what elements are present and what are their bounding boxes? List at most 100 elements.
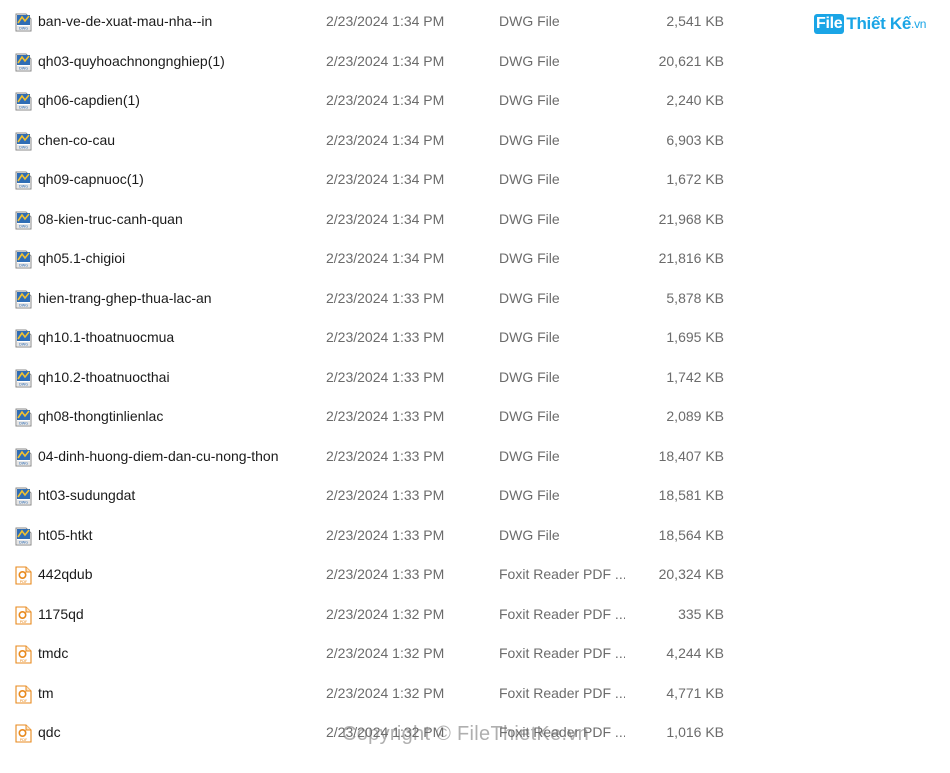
file-date-modified: 2/23/2024 1:33 PM	[326, 408, 445, 424]
dwg-file-icon: DWG	[15, 290, 32, 309]
file-row[interactable]: DWG ht05-htkt 2/23/2024 1:33 PM DWG File 18,…	[0, 516, 950, 556]
svg-text:DWG: DWG	[19, 501, 28, 505]
pdf-file-icon: PDF	[15, 566, 32, 585]
file-type: DWG File	[499, 487, 560, 503]
file-name: 08-kien-truc-canh-quan	[38, 210, 183, 227]
file-date-modified: 2/23/2024 1:33 PM	[326, 329, 445, 345]
file-date-modified: 2/23/2024 1:32 PM	[326, 684, 445, 701]
file-row[interactable]: DWG hien-trang-ghep-thua-lac-an 2/23/2024 …	[0, 279, 950, 319]
file-name: qh05.1-chigioi	[38, 250, 126, 266]
file-type: Foxit Reader PDF ...	[499, 645, 625, 661]
svg-text:PDF: PDF	[20, 658, 27, 663]
file-date-modified: 2/23/2024 1:32 PM	[326, 645, 445, 661]
file-type: Foxit Reader PDF ...	[499, 684, 625, 701]
file-row[interactable]: PDF tm 2/23/2024 1:32 PM Foxit Reader PDF .…	[0, 674, 950, 714]
file-date-modified: 2/23/2024 1:34 PM	[326, 131, 445, 148]
file-name: qh06-capdien(1)	[38, 92, 140, 108]
file-name: qh10.1-thoatnuocmua	[38, 329, 175, 345]
file-row[interactable]: DWG qh06-capdien(1) 2/23/2024 1:34 PM DWG F…	[0, 81, 950, 121]
svg-text:DWG: DWG	[19, 27, 28, 31]
file-size: 21,968 KB	[658, 210, 724, 227]
file-size: 21,816 KB	[658, 250, 724, 266]
file-date-modified: 2/23/2024 1:34 PM	[326, 171, 445, 187]
file-size: 2,541 KB	[666, 13, 724, 29]
file-size: 6,903 KB	[666, 131, 724, 148]
svg-text:DWG: DWG	[19, 264, 28, 268]
file-date-modified: 2/23/2024 1:33 PM	[326, 566, 445, 582]
copyright-watermark: Copyright © FileThietKe.vn	[342, 723, 590, 745]
svg-text:DWG: DWG	[19, 66, 28, 70]
file-size: 20,621 KB	[658, 52, 724, 69]
file-type: DWG File	[499, 210, 560, 227]
file-row[interactable]: DWG qh05.1-chigioi 2/23/2024 1:34 PM DWG Fi…	[0, 239, 950, 279]
file-date-modified: 2/23/2024 1:33 PM	[326, 487, 445, 503]
svg-text:DWG: DWG	[19, 106, 28, 110]
file-name: qh10.2-thoatnuocthai	[38, 368, 170, 385]
svg-text:DWG: DWG	[19, 303, 28, 307]
file-row[interactable]: DWG chen-co-cau 2/23/2024 1:34 PM DWG File 6…	[0, 121, 950, 161]
file-type: Foxit Reader PDF ...	[499, 605, 625, 622]
file-name: tmdc	[38, 645, 69, 661]
file-size: 1,695 KB	[666, 329, 724, 345]
dwg-file-icon: DWG	[15, 487, 32, 506]
dwg-file-icon: DWG	[15, 53, 32, 72]
file-type: Foxit Reader PDF ...	[499, 566, 625, 582]
dwg-file-icon: DWG	[15, 527, 32, 546]
svg-text:DWG: DWG	[19, 540, 28, 544]
file-size: 2,240 KB	[666, 92, 724, 108]
file-row[interactable]: DWG ht03-sudungdat 2/23/2024 1:33 PM DWG Fi…	[0, 476, 950, 516]
file-type: DWG File	[499, 408, 560, 424]
file-size: 1,016 KB	[666, 724, 724, 740]
file-type: DWG File	[499, 13, 560, 29]
file-name: 04-dinh-huong-diem-dan-cu-nong-thon	[38, 447, 279, 464]
dwg-file-icon: DWG	[15, 211, 32, 230]
dwg-file-icon: DWG	[15, 329, 32, 348]
file-row[interactable]: PDF 442qdub 2/23/2024 1:33 PM Foxit Reader …	[0, 555, 950, 595]
svg-text:DWG: DWG	[19, 422, 28, 426]
file-name: hien-trang-ghep-thua-lac-an	[38, 289, 212, 306]
svg-text:DWG: DWG	[19, 343, 28, 347]
svg-text:PDF: PDF	[20, 618, 27, 623]
file-row[interactable]: DWG qh08-thongtinlienlac 2/23/2024 1:33 PM…	[0, 397, 950, 437]
dwg-file-icon: DWG	[15, 13, 32, 32]
file-row[interactable]: DWG ban-ve-de-xuat-mau-nha--in 2/23/2024 1…	[0, 2, 950, 42]
file-type: DWG File	[499, 329, 560, 345]
file-date-modified: 2/23/2024 1:33 PM	[326, 289, 445, 306]
file-size: 1,742 KB	[666, 368, 724, 385]
dwg-file-icon: DWG	[15, 369, 32, 388]
file-size: 18,407 KB	[658, 447, 724, 464]
file-name: 1175qd	[38, 605, 84, 622]
file-row[interactable]: PDF 1175qd 2/23/2024 1:32 PM Foxit Reader P…	[0, 595, 950, 635]
file-row[interactable]: DWG qh10.1-thoatnuocmua 2/23/2024 1:33 PM D…	[0, 318, 950, 358]
file-type: DWG File	[499, 447, 560, 464]
file-row[interactable]: DWG qh03-quyhoachnongnghiep(1) 2/23/2024 1…	[0, 42, 950, 82]
file-name: ban-ve-de-xuat-mau-nha--in	[38, 13, 213, 29]
svg-text:PDF: PDF	[20, 737, 27, 742]
file-name: tm	[38, 684, 54, 701]
pdf-file-icon: PDF	[15, 684, 32, 704]
file-type: DWG File	[499, 526, 560, 543]
file-size: 4,771 KB	[666, 684, 724, 701]
file-size: 18,564 KB	[658, 526, 724, 543]
file-date-modified: 2/23/2024 1:33 PM	[326, 447, 445, 464]
file-row[interactable]: DWG qh09-capnuoc(1) 2/23/2024 1:34 PM DWG F…	[0, 160, 950, 200]
dwg-file-icon: DWG	[15, 250, 32, 269]
file-type: DWG File	[499, 171, 560, 187]
file-date-modified: 2/23/2024 1:34 PM	[326, 210, 445, 227]
file-size: 5,878 KB	[666, 289, 724, 306]
file-type: DWG File	[499, 250, 560, 266]
file-date-modified: 2/23/2024 1:33 PM	[326, 526, 445, 543]
file-type: DWG File	[499, 368, 560, 385]
file-row[interactable]: DWG 08-kien-truc-canh-quan 2/23/2024 1:34 …	[0, 200, 950, 240]
file-row[interactable]: DWG 04-dinh-huong-diem-dan-cu-nong-thon 2/…	[0, 437, 950, 477]
dwg-file-icon: DWG	[15, 132, 32, 151]
file-date-modified: 2/23/2024 1:34 PM	[326, 52, 445, 69]
file-row[interactable]: PDF tmdc 2/23/2024 1:32 PM Foxit Reader PDF…	[0, 634, 950, 674]
svg-text:DWG: DWG	[19, 461, 28, 465]
dwg-file-icon: DWG	[15, 92, 32, 111]
file-row[interactable]: DWG qh10.2-thoatnuocthai 2/23/2024 1:33 PM…	[0, 358, 950, 398]
file-date-modified: 2/23/2024 1:32 PM	[326, 605, 445, 622]
file-name: ht05-htkt	[38, 526, 93, 543]
file-size: 2,089 KB	[666, 408, 724, 424]
file-date-modified: 2/23/2024 1:34 PM	[326, 250, 445, 266]
